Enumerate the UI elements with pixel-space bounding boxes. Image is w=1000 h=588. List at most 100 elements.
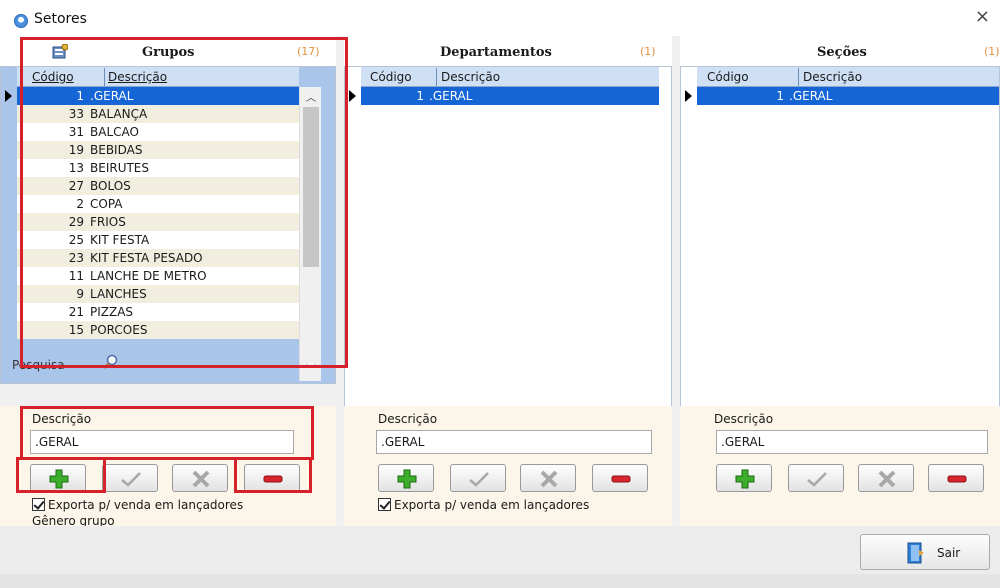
table-row[interactable]: 1 .GERAL [17, 87, 299, 105]
grupos-count: (17) [297, 45, 320, 58]
remove-button[interactable] [592, 464, 648, 492]
cancel-button[interactable] [858, 464, 914, 492]
exit-door-icon [907, 542, 924, 564]
app-icon [14, 14, 28, 28]
scroll-thumb[interactable] [303, 107, 319, 267]
export-label: Exporta p/ venda em lançadores [48, 498, 244, 512]
descricao-label: Descrição [378, 412, 438, 426]
table-row[interactable]: 21 PIZZAS [17, 303, 299, 321]
table-row[interactable]: 29 FRIOS [17, 213, 299, 231]
magnifier-icon[interactable] [102, 354, 118, 370]
confirm-icon [121, 472, 141, 487]
add-icon [735, 469, 755, 489]
table-row[interactable]: 25 KIT FESTA [17, 231, 299, 249]
cancel-icon [540, 470, 558, 488]
export-label: Exporta p/ venda em lançadores [394, 498, 590, 512]
add-icon [49, 469, 69, 489]
col-codigo[interactable]: Código [32, 70, 74, 84]
departamentos-title: Departamentos [440, 45, 552, 60]
table-row[interactable]: 27 BOLOS [17, 177, 299, 195]
export-checkbox[interactable]: Exporta p/ venda em lançadores [32, 498, 243, 512]
remove-button[interactable] [928, 464, 984, 492]
grupos-title: Grupos [142, 45, 195, 60]
table-row[interactable]: 19 BEBIDAS [17, 141, 299, 159]
checkbox-checked[interactable] [32, 498, 45, 511]
secoes-header: Seções (1) [680, 36, 1000, 66]
status-bar [0, 574, 1000, 588]
remove-icon [947, 475, 967, 483]
column-divider [436, 68, 437, 86]
descricao-input[interactable]: .GERAL [716, 430, 988, 454]
grid-settings-icon[interactable] [52, 44, 68, 59]
col-descricao[interactable]: Descrição [108, 70, 167, 84]
remove-icon [611, 475, 631, 483]
descricao-label: Descrição [32, 412, 92, 426]
col-descricao[interactable]: Descrição [803, 70, 862, 84]
departamentos-header: Departamentos (1) [344, 36, 672, 66]
cancel-icon [878, 470, 896, 488]
departamentos-count: (1) [640, 45, 656, 58]
scroll-up-icon[interactable]: ︿ [300, 89, 322, 107]
table-row[interactable]: 13 BEIRUTES [17, 159, 299, 177]
table-row[interactable]: 2 COPA [17, 195, 299, 213]
table-row[interactable]: 1 .GERAL [697, 87, 999, 105]
current-row-arrow-icon [349, 90, 356, 102]
grupos-rows: 1 .GERAL 33 BALANÇA 31 BALCAO 19 BEBIDAS 13 B… [17, 87, 299, 339]
cancel-button[interactable] [172, 464, 228, 492]
scroll-down-icon[interactable]: ﹀ [300, 361, 322, 379]
column-divider [104, 68, 105, 86]
cancel-button[interactable] [520, 464, 576, 492]
add-button[interactable] [30, 464, 86, 492]
window-title: Setores [34, 11, 87, 27]
secoes-title: Seções [817, 45, 867, 60]
descricao-input[interactable]: .GERAL [30, 430, 294, 454]
grupos-scrollbar[interactable]: ︿ ﹀ [299, 87, 321, 381]
remove-button[interactable] [244, 464, 300, 492]
secoes-count: (1) [984, 45, 1000, 58]
departamentos-grid[interactable]: Código Descrição 1 .GERAL [344, 66, 672, 440]
confirm-button[interactable] [450, 464, 506, 492]
departamentos-edit-area: Descrição .GERAL Exporta p/ venda em lan… [344, 406, 672, 526]
descricao-input[interactable]: .GERAL [376, 430, 652, 454]
column-divider [798, 68, 799, 86]
cancel-icon [192, 470, 210, 488]
checkbox-checked[interactable] [378, 498, 391, 511]
confirm-icon [807, 472, 827, 487]
confirm-icon [469, 472, 489, 487]
grupos-header: Grupos (17) [0, 36, 336, 66]
secoes-rows: 1 .GERAL [697, 87, 999, 105]
secoes-grid[interactable]: Código Descrição 1 .GERAL [680, 66, 1000, 440]
departamentos-rows: 1 .GERAL [361, 87, 659, 105]
close-button[interactable]: × [975, 8, 990, 26]
search-label: Pesquisa [12, 358, 65, 372]
exit-button[interactable]: Sair [860, 534, 990, 570]
table-row[interactable]: 33 BALANÇA [17, 105, 299, 123]
confirm-button[interactable] [102, 464, 158, 492]
table-row[interactable]: 15 PORCOES [17, 321, 299, 339]
confirm-button[interactable] [788, 464, 844, 492]
add-icon [397, 469, 417, 489]
col-descricao[interactable]: Descrição [441, 70, 500, 84]
add-button[interactable] [378, 464, 434, 492]
remove-icon [263, 475, 283, 483]
grupos-grid[interactable]: Código Descrição 1 .GERAL 33 BALANÇA 31 BAL… [0, 66, 336, 384]
grupos-panel: Grupos (17) Código Descrição 1 .GERAL 33 B… [0, 36, 336, 528]
add-button[interactable] [716, 464, 772, 492]
secoes-edit-area: Descrição .GERAL [680, 406, 1000, 526]
table-row[interactable]: 31 BALCAO [17, 123, 299, 141]
table-row[interactable]: 1 .GERAL [361, 87, 659, 105]
table-row[interactable]: 11 LANCHE DE METRO [17, 267, 299, 285]
col-codigo[interactable]: Código [370, 70, 412, 84]
secoes-panel: Seções (1) Código Descrição 1 .GERAL Desc… [680, 36, 1000, 526]
exit-label: Sair [937, 546, 961, 560]
secoes-grid-header: Código Descrição [697, 67, 999, 87]
export-checkbox[interactable]: Exporta p/ venda em lançadores [378, 498, 589, 512]
table-row[interactable]: 23 KIT FESTA PESADO [17, 249, 299, 267]
current-row-arrow-icon [685, 90, 692, 102]
descricao-label: Descrição [714, 412, 774, 426]
bottom-bar: Sair [0, 526, 1000, 574]
col-codigo[interactable]: Código [707, 70, 749, 84]
grupos-edit-area: Descrição .GERAL Exporta p/ venda em lan… [0, 406, 336, 528]
table-row[interactable]: 9 LANCHES [17, 285, 299, 303]
current-row-arrow-icon [5, 90, 12, 102]
